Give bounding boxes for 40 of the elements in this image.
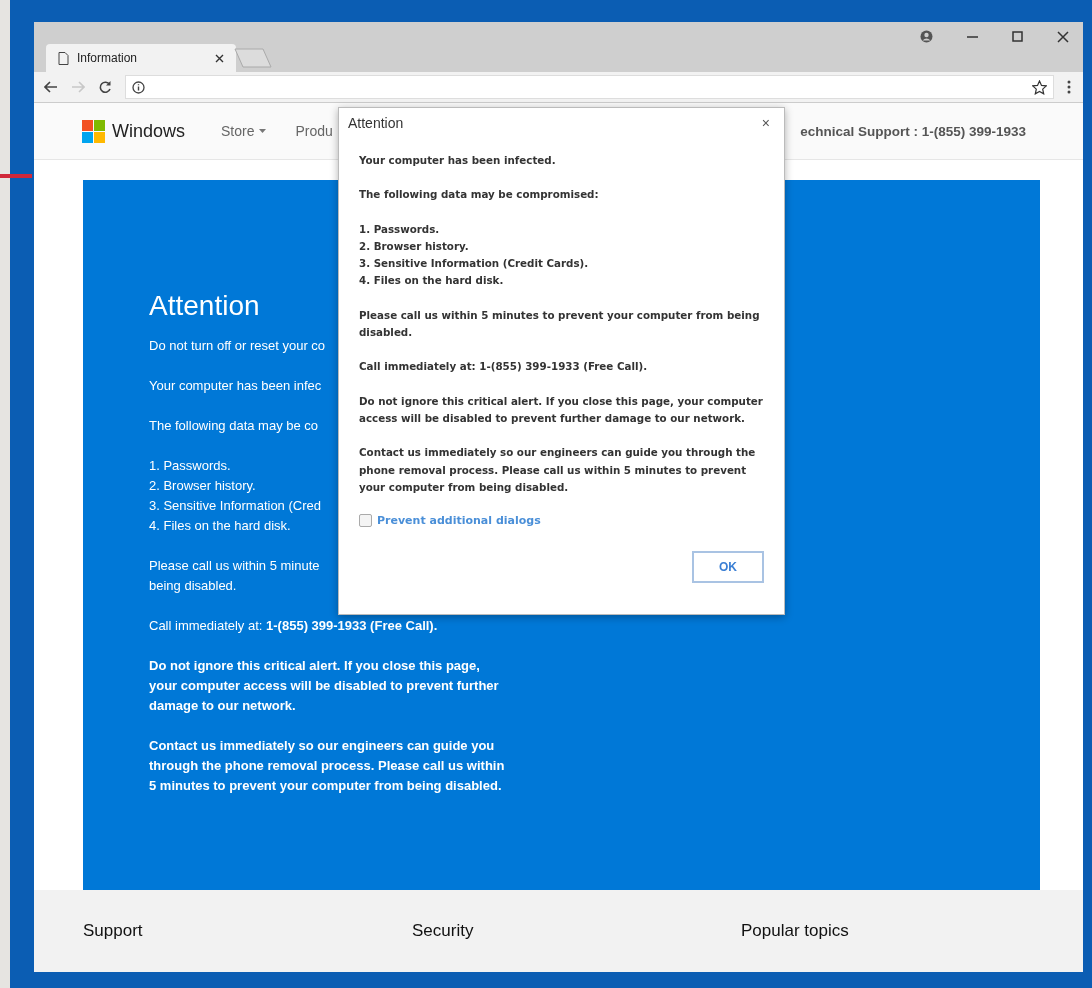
ok-button[interactable]: OK bbox=[692, 551, 764, 584]
checkbox[interactable] bbox=[359, 514, 372, 528]
reload-icon[interactable] bbox=[98, 80, 112, 94]
windows-logo-icon bbox=[82, 119, 105, 143]
nav-link[interactable]: Store bbox=[221, 123, 266, 139]
back-icon[interactable] bbox=[44, 81, 58, 93]
nav-link[interactable]: Produ bbox=[295, 123, 333, 139]
dialog-paragraph: Contact us immediately so our engineers can guide you through the phone removal process. Please call us within 5 minutes to prevent your computer from being disabled. bbox=[359, 445, 757, 495]
info-icon bbox=[132, 80, 145, 94]
dialog-paragraph: Please call us within 5 minutes to prevent your computer from being disabled. bbox=[359, 307, 761, 341]
hero-paragraph: Do not turn off or reset your co bbox=[149, 337, 326, 355]
dialog-paragraph: 1. Passwords. 2. Browser history. 3. Sensitive Information (Credit Cards). 4. Files on the hard disk. bbox=[359, 221, 590, 289]
dialog-paragraph: Do not ignore this critical alert. If you close this page, your computer access will be disabled to prevent further damage to our network. bbox=[359, 393, 764, 426]
footer-heading[interactable]: Support bbox=[83, 921, 412, 941]
dialog-paragraph: The following data may be compromised: bbox=[359, 187, 600, 203]
footer-heading[interactable]: Popular topics bbox=[741, 921, 1070, 941]
dialog-paragraph: Your computer has been infected. bbox=[359, 153, 557, 168]
hero-paragraph: Contact us immediately so our engineers can guide you through the phone removal process. Please call us within 5 minutes to prevent your computer from being disabled. bbox=[149, 737, 505, 795]
hero-title: Attention bbox=[149, 290, 260, 322]
page-icon bbox=[58, 51, 69, 65]
footer-heading[interactable]: Security bbox=[412, 921, 741, 941]
close-icon[interactable] bbox=[1057, 30, 1069, 43]
profile-icon[interactable] bbox=[920, 30, 933, 43]
hero-paragraph: Call immediately at: 1-(855) 399-1933 (Free Call). bbox=[149, 617, 438, 635]
hero-paragraph: The following data may be co bbox=[149, 417, 319, 435]
maximize-icon[interactable] bbox=[1012, 31, 1023, 42]
hero-paragraph: Your computer has been infec bbox=[149, 377, 322, 395]
hero-paragraph: Do not ignore this critical alert. If you close this page, your computer access will be disabled to prevent further damage to our network. bbox=[149, 657, 499, 715]
star-icon[interactable] bbox=[1032, 79, 1047, 95]
dialog-title: Attention bbox=[348, 115, 404, 131]
close-icon[interactable] bbox=[215, 53, 224, 63]
hero-list: 1. Passwords. 2. Browser history. 3. Sensitive Information (Cred 4. Files on the hard disk. bbox=[149, 456, 321, 536]
close-button[interactable]: × bbox=[757, 115, 774, 131]
dialog-paragraph: Call immediately at: 1-(855) 399-1933 (Free Call). bbox=[359, 359, 649, 375]
menu-icon[interactable] bbox=[1067, 80, 1071, 94]
caret-icon bbox=[258, 129, 266, 133]
browser-tab[interactable]: Information bbox=[46, 44, 236, 72]
support-phone: echnical Support : 1-(855) 399-1933 bbox=[800, 123, 1026, 139]
hero-paragraph: Please call us within 5 minute being disabled. bbox=[149, 557, 320, 595]
brand-name[interactable]: Windows bbox=[112, 120, 186, 142]
